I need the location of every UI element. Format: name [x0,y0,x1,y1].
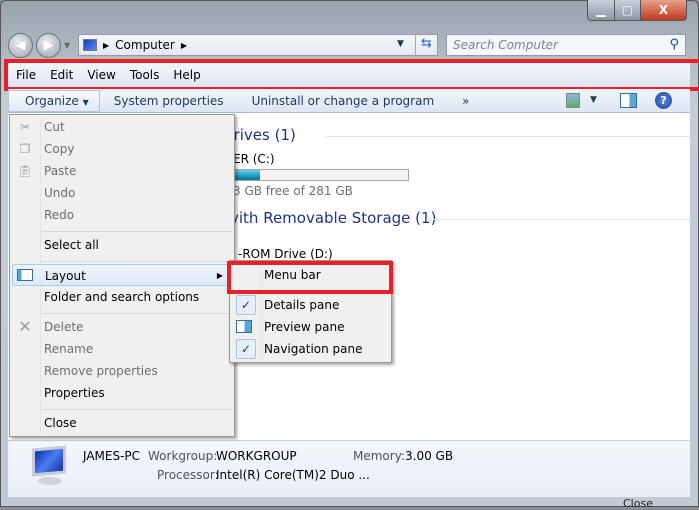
command-bar: Organize ▼ System properties Uninstall o… [8,89,690,113]
details-pane: JAMES-PC Workgroup: WORKGROUP Memory: 3.… [8,440,690,497]
uninstall-program-button[interactable]: Uninstall or change a program [238,94,449,108]
menu-item-rename[interactable]: Rename [12,338,232,360]
scissors-icon: ✂ [19,120,31,134]
more-commands-button[interactable]: » [448,94,483,108]
organize-menu: ✂ Cut ❐ Copy 📋︎ Paste Undo Redo Select all … [9,114,235,437]
copy-icon: ❐ [19,142,31,156]
menu-item-properties[interactable]: Properties [12,382,232,404]
menu-item-navigation-pane[interactable]: ✓ Navigation pane [232,338,389,360]
menu-item-preview-pane[interactable]: Preview pane [232,316,389,338]
drive-d-name[interactable]: -ROM Drive (D:) [238,247,333,261]
layout-icon [17,269,33,281]
forward-arrow-icon: ▶ [43,38,54,53]
back-button[interactable]: ◀ [8,33,33,58]
help-icon[interactable]: ? [655,92,672,109]
breadcrumb-computer[interactable]: Computer [115,38,175,52]
preview-pane-icon [236,320,252,333]
change-view-icon[interactable] [566,93,580,108]
organize-button[interactable]: Organize ▼ [8,89,100,112]
forward-button[interactable]: ▶ [36,33,61,58]
recent-pages-dropdown[interactable]: ▼ [64,41,70,50]
back-arrow-icon: ◀ [15,38,26,53]
search-placeholder: Search Computer [453,38,558,52]
maximize-button[interactable]: ▢ [614,0,641,21]
search-input[interactable]: Search Computer ⚲ [446,34,686,56]
address-bar[interactable]: ▶ Computer ▶ ▼ ⇆ [78,34,438,56]
system-properties-button[interactable]: System properties [100,94,238,108]
refresh-button[interactable]: ⇆ [415,34,437,56]
chevron-down-icon: ▼ [82,97,89,107]
processor-value: Intel(R) Core(TM)2 Duo ... [216,468,370,482]
menu-item-undo[interactable]: Undo [12,182,232,204]
organize-label: Organize [25,93,79,108]
processor-label: Processor: [157,468,219,482]
paste-icon: 📋︎ [17,164,33,178]
workgroup-label: Workgroup: [148,449,218,463]
breadcrumb-arrow-icon: ▶ [180,40,187,50]
submenu-arrow-icon: ▶ [216,271,223,280]
computer-name: JAMES-PC [83,449,141,463]
background-close-text: Close [623,497,653,510]
minimize-button[interactable]: ▁ [587,0,615,21]
memory-value: 3.00 GB [405,449,454,463]
computer-icon [83,39,97,51]
menu-item-redo[interactable]: Redo [12,204,232,226]
preview-pane-icon[interactable] [620,93,637,108]
search-icon[interactable]: ⚲ [669,37,679,52]
checkmark-icon: ✓ [236,339,256,359]
drive-c-space: 3 GB free of 281 GB [233,184,353,198]
menu-bar-highlight [4,59,699,91]
menu-item-details-pane[interactable]: ✓ Details pane [232,294,389,316]
group-header-removable: vith Removable Storage (1) [230,209,437,227]
computer-icon [24,445,70,487]
menu-item-cut[interactable]: ✂ Cut [12,116,232,138]
menu-item-layout[interactable]: Layout ▶ [12,264,232,286]
group-divider [426,219,690,220]
menu-item-copy[interactable]: ❐ Copy [12,138,232,160]
menu-item-close[interactable]: Close [12,412,232,434]
menu-item-remove-properties[interactable]: Remove properties [12,360,232,382]
drive-c-name[interactable]: ER (C:) [233,152,275,166]
close-button[interactable]: X [640,0,687,21]
menu-item-select-all[interactable]: Select all [12,234,232,256]
breadcrumb-arrow-icon: ▶ [103,40,110,50]
group-divider [326,136,690,137]
view-options-dropdown[interactable]: ▼ [590,95,597,105]
menu-bar-option-highlight [227,261,393,294]
workgroup-value: WORKGROUP [216,449,297,463]
memory-label: Memory: [353,449,405,463]
delete-icon: ✕ [18,317,32,336]
address-history-dropdown[interactable]: ▼ [397,39,404,49]
menu-item-folder-options[interactable]: Folder and search options [12,286,232,308]
checkmark-icon: ✓ [236,295,256,315]
menu-item-paste[interactable]: 📋︎ Paste [12,160,232,182]
menu-item-delete[interactable]: ✕ Delete [12,316,232,338]
